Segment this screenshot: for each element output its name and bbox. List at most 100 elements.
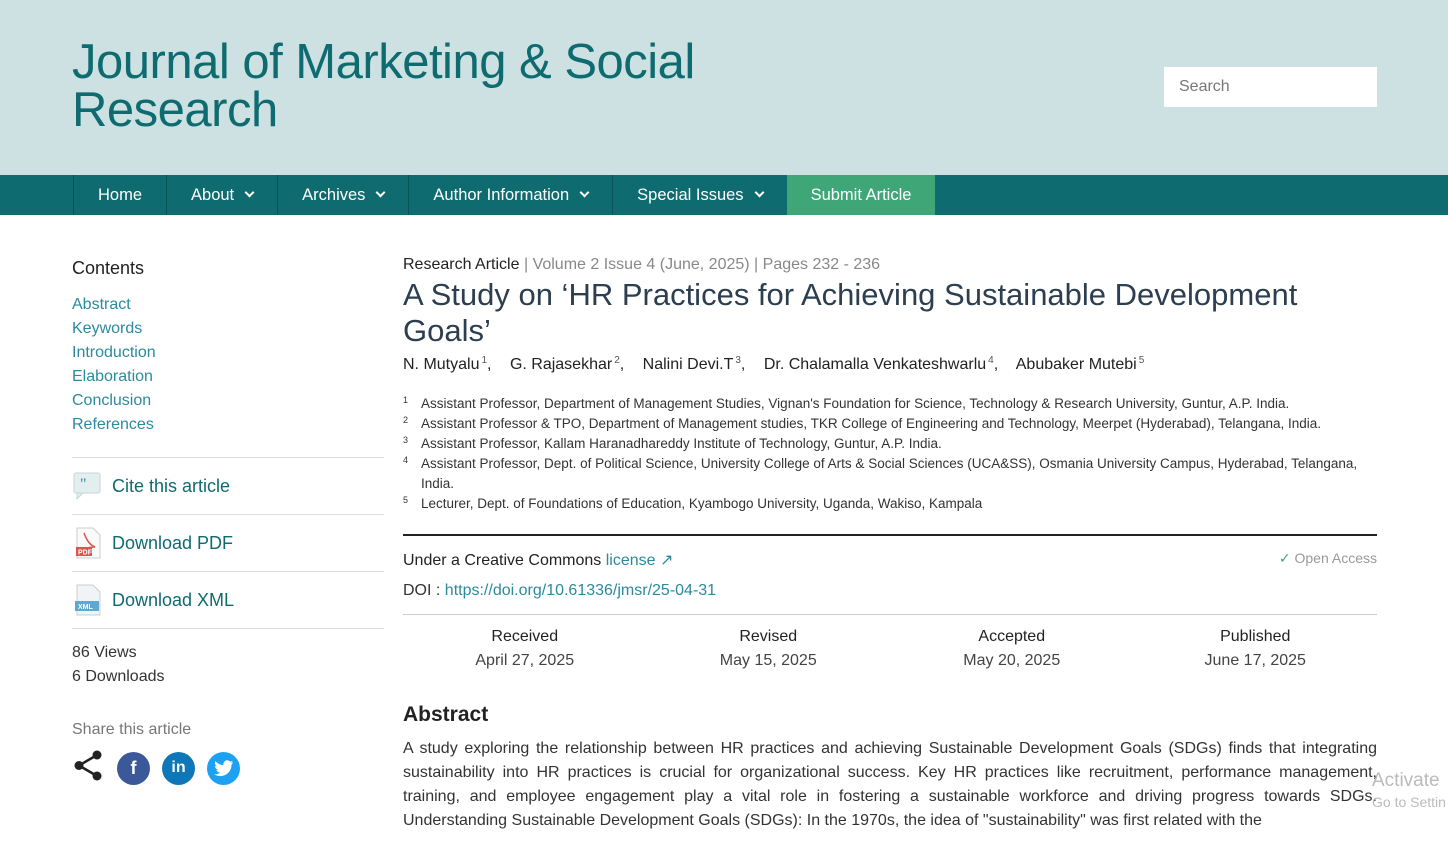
nav-about[interactable]: About	[166, 175, 277, 215]
svg-text:XML: XML	[78, 604, 94, 611]
quote-icon: "	[72, 470, 104, 502]
affiliation: 5 Lecturer, Dept. of Foundations of Educa…	[403, 494, 1377, 514]
date-value: May 15, 2025	[719, 652, 817, 670]
affiliation-text: Assistant Professor & TPO, Department of…	[421, 416, 1322, 432]
article-stats: 86 Views 6 Downloads	[72, 641, 384, 689]
download-pdf-button[interactable]: PDF Download PDF	[72, 515, 384, 572]
author[interactable]: G. Rajasekhar 2,	[509, 355, 624, 374]
pdf-file-icon: PDF	[72, 527, 104, 559]
linkedin-icon[interactable]: in	[162, 751, 195, 785]
affiliation: 3 Assistant Professor, Kallam Haranadhare…	[403, 434, 1377, 454]
main-nav: Home About Archives Author Information S…	[0, 175, 1448, 215]
license-row: Under a Creative Commons license ↗ ✓ Ope…	[403, 550, 1377, 570]
affiliation: 2 Assistant Professor & TPO, Department o…	[403, 414, 1377, 434]
date-label: Received	[491, 628, 559, 646]
affiliation-text: Assistant Professor, Dept. of Political …	[421, 456, 1358, 492]
date-published: Published June 17, 2025	[1134, 625, 1378, 673]
volume-info[interactable]: Volume 2 Issue 4 (June, 2025)	[533, 256, 750, 273]
affiliation-list: 1 Assistant Professor, Department of Mana…	[403, 394, 1377, 514]
author-name: N. Mutyalu	[403, 356, 480, 374]
site-title[interactable]: Journal of Marketing & Social Research	[72, 38, 772, 135]
toc-link-abstract[interactable]: Abstract	[72, 293, 384, 317]
go-to-settings-text: Go to Settin	[1372, 794, 1446, 810]
author[interactable]: Abubaker Mutebi 5	[1015, 355, 1145, 374]
affiliation: 1 Assistant Professor, Department of Mana…	[403, 394, 1377, 414]
chevron-down-icon	[244, 187, 255, 198]
author-name: Dr. Chalamalla Venkateshwarlu	[763, 356, 987, 374]
author-name: Nalini Devi.T	[642, 356, 734, 374]
toc-link-elaboration[interactable]: Elaboration	[72, 365, 384, 389]
submit-article-label: Submit Article	[810, 185, 912, 204]
date-accepted: Accepted May 20, 2025	[890, 625, 1134, 673]
affiliation: 4 Assistant Professor, Dept. of Political…	[403, 454, 1377, 494]
doi-link[interactable]: https://doi.org/10.61336/jmsr/25-04-31	[445, 582, 716, 599]
toc-link-keywords[interactable]: Keywords	[72, 317, 384, 341]
nav-special-issues[interactable]: Special Issues	[612, 175, 786, 215]
nav-special-issues-label: Special Issues	[637, 185, 744, 204]
date-label: Published	[1220, 628, 1291, 646]
chevron-down-icon	[754, 187, 765, 198]
nav-author-information[interactable]: Author Information	[408, 175, 612, 215]
svg-text:": "	[80, 476, 87, 493]
article-main: Research Article | Volume 2 Issue 4 (Jun…	[403, 256, 1377, 833]
sidebar: Contents Abstract Keywords Introduction …	[72, 258, 384, 787]
affiliation-text: Assistant Professor, Department of Manag…	[421, 396, 1290, 412]
affiliation-ref: 4	[988, 355, 994, 366]
affiliation-ref: 5	[1138, 355, 1145, 366]
nav-author-information-label: Author Information	[433, 185, 570, 204]
license-info: Under a Creative Commons license ↗	[403, 550, 673, 570]
article-dates: Received April 27, 2025 Revised May 15, 20…	[403, 625, 1377, 673]
nav-about-label: About	[191, 185, 235, 204]
facebook-icon[interactable]: f	[117, 751, 150, 785]
abstract-text: A study exploring the relationship betwe…	[403, 740, 1377, 830]
downloads-count: 6 Downloads	[72, 668, 165, 685]
open-access-label: Open Access	[1294, 550, 1378, 567]
author-list: N. Mutyalu 1, G. Rajasekhar 2, Nalini Devi…	[403, 355, 1377, 374]
article-meta: Research Article | Volume 2 Issue 4 (Jun…	[403, 256, 881, 273]
date-revised: Revised May 15, 2025	[647, 625, 891, 673]
license-text: Under a Creative Commons	[403, 552, 602, 570]
date-value: June 17, 2025	[1204, 652, 1306, 670]
share-buttons: f in	[72, 749, 384, 787]
author[interactable]: Dr. Chalamalla Venkateshwarlu 4,	[763, 355, 998, 374]
cite-article-button[interactable]: " Cite this article	[72, 458, 384, 515]
twitter-icon[interactable]	[207, 751, 240, 785]
doi-row: DOI : https://doi.org/10.61336/jmsr/25-0…	[403, 582, 1377, 600]
open-access-badge: ✓ Open Access	[1279, 550, 1377, 570]
nav-archives[interactable]: Archives	[277, 175, 408, 215]
nav-home[interactable]: Home	[73, 175, 166, 215]
affiliation-ref: 2	[614, 355, 620, 366]
share-label: Share this article	[72, 721, 192, 738]
toc-link-references[interactable]: References	[72, 413, 384, 437]
download-xml-label: Download XML	[112, 589, 235, 610]
activate-text: Activate	[1372, 770, 1440, 791]
search-input[interactable]	[1164, 67, 1377, 107]
views-count: 86 Views	[72, 644, 137, 661]
divider	[403, 534, 1377, 537]
article-actions: " Cite this article PDF Download PDF XML…	[72, 457, 384, 629]
affiliation-number: 4	[403, 455, 409, 466]
author-name: G. Rajasekhar	[509, 356, 613, 374]
date-value: April 27, 2025	[475, 652, 575, 670]
share-icon[interactable]	[72, 749, 105, 787]
contents-title: Contents	[72, 258, 145, 278]
license-link[interactable]: license ↗	[606, 552, 674, 569]
author[interactable]: N. Mutyalu 1,	[403, 355, 491, 374]
download-xml-button[interactable]: XML Download XML	[72, 572, 384, 629]
page-range: Pages 232 - 236	[762, 256, 881, 273]
toc-link-introduction[interactable]: Introduction	[72, 341, 384, 365]
date-label: Accepted	[978, 628, 1046, 646]
license-link-label: license	[605, 552, 656, 570]
date-received: Received April 27, 2025	[403, 625, 647, 673]
abstract-heading: Abstract	[403, 703, 489, 727]
submit-article-button[interactable]: Submit Article	[786, 175, 936, 215]
affiliation-number: 2	[403, 415, 409, 426]
author-name: Abubaker Mutebi	[1015, 356, 1137, 374]
toc-link-conclusion[interactable]: Conclusion	[72, 389, 384, 413]
author[interactable]: Nalini Devi.T 3,	[642, 355, 746, 374]
affiliation-number: 5	[403, 495, 409, 506]
doi-label: DOI :	[403, 582, 441, 600]
date-label: Revised	[739, 628, 798, 646]
affiliation-text: Assistant Professor, Kallam Haranadhared…	[421, 436, 942, 452]
affiliation-number: 1	[403, 395, 409, 406]
